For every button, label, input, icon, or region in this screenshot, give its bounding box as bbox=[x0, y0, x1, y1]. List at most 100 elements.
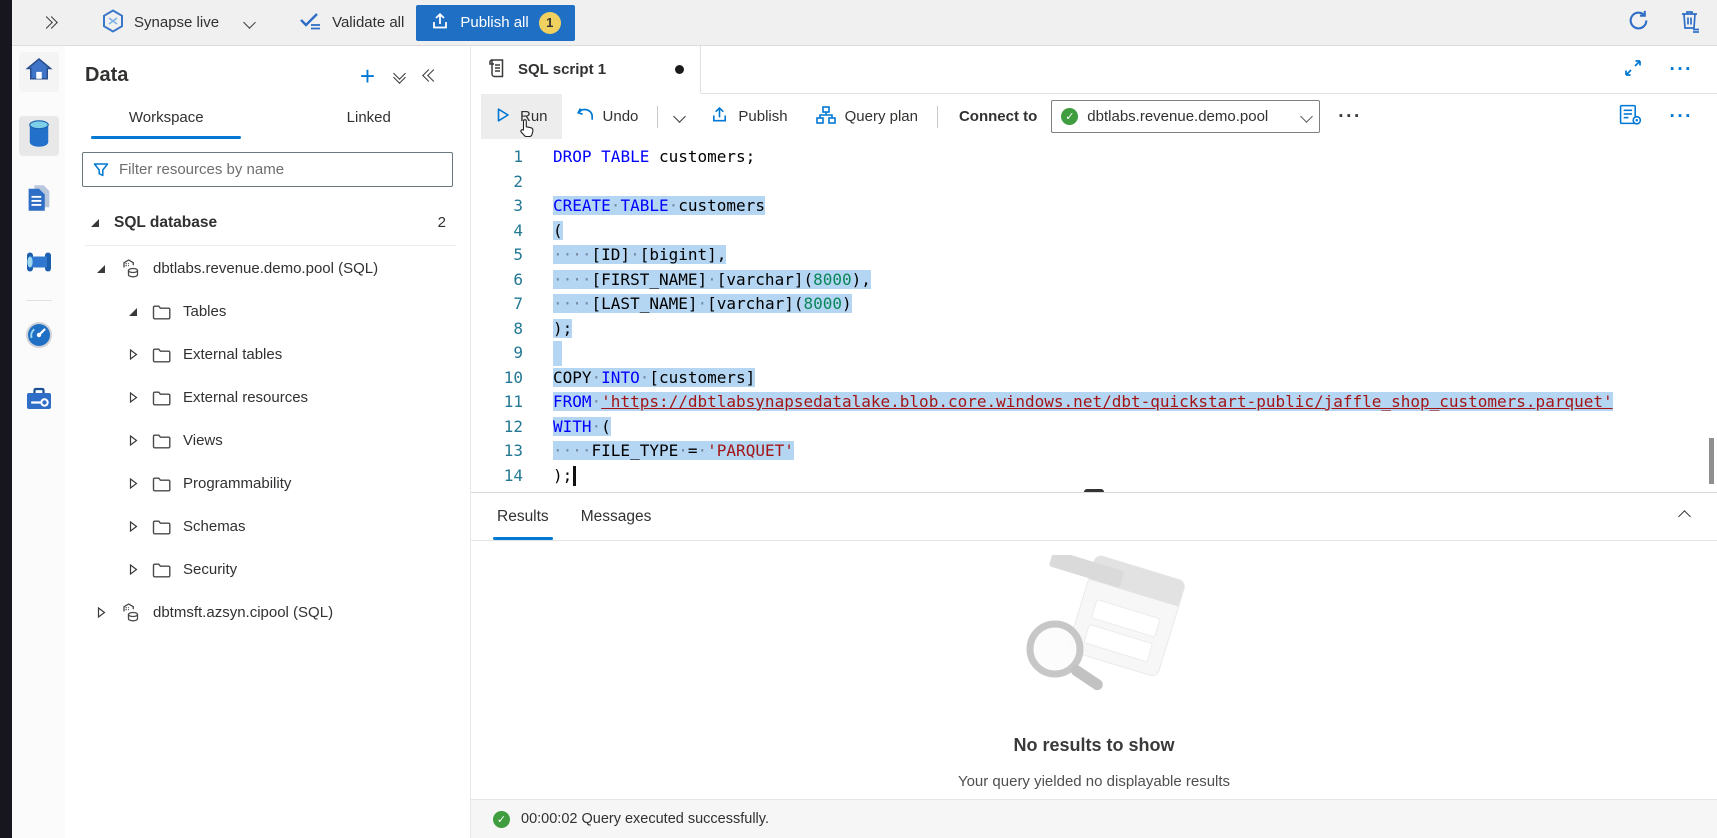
triangle-expanded-icon[interactable] bbox=[89, 218, 101, 228]
tree-item-schemas[interactable]: Schemas bbox=[65, 505, 470, 548]
triangle-collapsed-icon[interactable] bbox=[127, 392, 139, 403]
tab-more-actions-icon[interactable]: ··· bbox=[1670, 60, 1693, 79]
code-line-5[interactable]: 5····[ID]·[bigint], bbox=[471, 243, 1717, 268]
validate-all-button[interactable]: Validate all bbox=[298, 10, 404, 36]
folder-icon bbox=[152, 562, 171, 578]
tree-item-views[interactable]: Views bbox=[65, 419, 470, 462]
triangle-collapsed-icon[interactable] bbox=[95, 607, 107, 618]
publish-all-button[interactable]: Publish all 1 bbox=[416, 5, 574, 41]
results-empty-state: No results to show Your query yielded no… bbox=[471, 541, 1717, 799]
sidebar-item-integrate[interactable] bbox=[19, 244, 59, 284]
triangle-collapsed-icon[interactable] bbox=[127, 349, 139, 360]
tree-item-label: Tables bbox=[183, 303, 226, 320]
tab-messages[interactable]: Messages bbox=[565, 493, 668, 540]
code-line-3[interactable]: 3CREATE·TABLE·customers bbox=[471, 194, 1717, 219]
sql-code-editor[interactable]: 1DROP TABLE customers;23CREATE·TABLE·cus… bbox=[471, 139, 1717, 493]
pool-name: dbtlabs.revenue.demo.pool bbox=[1087, 108, 1293, 125]
mode-selector[interactable]: Synapse live bbox=[102, 9, 219, 37]
sidebar-item-manage[interactable] bbox=[19, 381, 59, 421]
properties-icon[interactable] bbox=[1619, 104, 1642, 129]
connect-to-pool-dropdown[interactable]: ✓ dbtlabs.revenue.demo.pool bbox=[1051, 100, 1320, 133]
folder-icon bbox=[152, 519, 171, 535]
publish-button[interactable]: Publish bbox=[696, 94, 801, 139]
line-number: 4 bbox=[471, 219, 523, 244]
code-line-7[interactable]: 7····[LAST_NAME]·[varchar](8000) bbox=[471, 292, 1717, 317]
query-plan-button[interactable]: Query plan bbox=[802, 94, 932, 139]
sidebar-item-data[interactable] bbox=[19, 116, 59, 156]
tree-item-label: External resources bbox=[183, 389, 308, 406]
editor-area: SQL script 1 ··· bbox=[471, 46, 1717, 838]
tree-divider bbox=[85, 245, 456, 246]
run-button[interactable]: Run bbox=[481, 94, 562, 139]
undo-button[interactable]: Undo bbox=[562, 94, 653, 139]
collapse-all-icon[interactable] bbox=[395, 69, 404, 82]
tree-item-label: SQL database bbox=[114, 214, 217, 232]
mode-chevron-down-icon[interactable] bbox=[243, 16, 256, 29]
code-line-4[interactable]: 4( bbox=[471, 219, 1717, 244]
toolbar-separator bbox=[657, 106, 658, 128]
tree-item-external-resources[interactable]: External resources bbox=[65, 376, 470, 419]
publish-all-label: Publish all bbox=[460, 14, 528, 31]
add-resource-button[interactable]: + bbox=[360, 66, 375, 86]
editor-scrollbar-thumb[interactable] bbox=[1709, 438, 1714, 484]
tree-item-programmability[interactable]: Programmability bbox=[65, 462, 470, 505]
status-message: 00:00:02 Query executed successfully. bbox=[521, 811, 769, 827]
folder-icon bbox=[152, 347, 171, 363]
code-line-14[interactable]: 14); bbox=[471, 464, 1717, 489]
integrate-pipeline-icon bbox=[24, 249, 54, 279]
expand-menu-icon[interactable] bbox=[42, 18, 56, 27]
code-line-13[interactable]: 13····FILE_TYPE·=·'PARQUET' bbox=[471, 439, 1717, 464]
filter-resources-input[interactable] bbox=[82, 152, 453, 187]
collapse-results-chevron-icon[interactable] bbox=[1680, 508, 1689, 525]
folder-icon bbox=[152, 476, 171, 492]
editor-tab-strip: SQL script 1 ··· bbox=[471, 46, 1717, 94]
tab-sql-script-1[interactable]: SQL script 1 bbox=[471, 46, 701, 94]
triangle-expanded-icon[interactable] bbox=[95, 264, 107, 274]
code-line-10[interactable]: 10COPY·INTO·[customers] bbox=[471, 366, 1717, 391]
line-number: 2 bbox=[471, 170, 523, 195]
refresh-icon[interactable] bbox=[1627, 9, 1650, 36]
resource-tree: SQL database2dbtlabs.revenue.demo.pool (… bbox=[65, 201, 470, 634]
code-line-9[interactable]: 9 bbox=[471, 341, 1717, 366]
pool-chevron-down-icon bbox=[1300, 110, 1313, 123]
code-line-2[interactable]: 2 bbox=[471, 170, 1717, 195]
tree-item-tables[interactable]: Tables bbox=[65, 290, 470, 333]
toolbar-separator bbox=[937, 106, 938, 128]
undo-redo-chevron-icon[interactable] bbox=[663, 94, 696, 139]
code-line-1[interactable]: 1DROP TABLE customers; bbox=[471, 145, 1717, 170]
sidebar-item-monitor[interactable] bbox=[19, 317, 59, 357]
tree-item-security[interactable]: Security bbox=[65, 548, 470, 591]
toolbar-more-icon[interactable]: ··· bbox=[1338, 107, 1361, 126]
triangle-expanded-icon[interactable] bbox=[127, 307, 139, 317]
sidebar-item-home[interactable] bbox=[19, 52, 59, 92]
results-splitter-handle[interactable] bbox=[1084, 489, 1104, 493]
tree-item-sql-database[interactable]: SQL database2 bbox=[65, 201, 470, 244]
triangle-collapsed-icon[interactable] bbox=[127, 564, 139, 575]
publish-count-badge: 1 bbox=[539, 12, 561, 34]
sidebar-item-develop[interactable] bbox=[19, 180, 59, 220]
query-plan-icon bbox=[816, 106, 836, 128]
collapse-panel-icon[interactable] bbox=[424, 71, 438, 80]
tab-workspace[interactable]: Workspace bbox=[65, 99, 268, 139]
toolbar-overflow-icon[interactable]: ··· bbox=[1670, 107, 1693, 126]
play-icon bbox=[495, 107, 511, 127]
line-number: 10 bbox=[471, 366, 523, 391]
code-line-11[interactable]: 11FROM·'https://dbtlabsynapsedatalake.bl… bbox=[471, 390, 1717, 415]
tab-results[interactable]: Results bbox=[481, 493, 565, 540]
tree-item-dbtlabs-revenue-demo-pool-sql[interactable]: dbtlabs.revenue.demo.pool (SQL) bbox=[65, 247, 470, 290]
tree-item-dbtmsft-azsyn-cipool-sql[interactable]: dbtmsft.azsyn.cipool (SQL) bbox=[65, 591, 470, 634]
discard-trash-icon[interactable] bbox=[1680, 9, 1701, 37]
tree-item-label: Views bbox=[183, 432, 223, 449]
line-number: 14 bbox=[471, 464, 523, 489]
tab-linked[interactable]: Linked bbox=[268, 99, 471, 139]
triangle-collapsed-icon[interactable] bbox=[127, 478, 139, 489]
triangle-collapsed-icon[interactable] bbox=[127, 435, 139, 446]
code-line-8[interactable]: 8); bbox=[471, 317, 1717, 342]
code-line-12[interactable]: 12WITH·( bbox=[471, 415, 1717, 440]
expand-editor-icon[interactable] bbox=[1624, 59, 1642, 81]
database-icon bbox=[120, 258, 141, 279]
code-line-6[interactable]: 6····[FIRST_NAME]·[varchar](8000), bbox=[471, 268, 1717, 293]
tree-item-external-tables[interactable]: External tables bbox=[65, 333, 470, 376]
folder-icon bbox=[152, 390, 171, 406]
triangle-collapsed-icon[interactable] bbox=[127, 521, 139, 532]
